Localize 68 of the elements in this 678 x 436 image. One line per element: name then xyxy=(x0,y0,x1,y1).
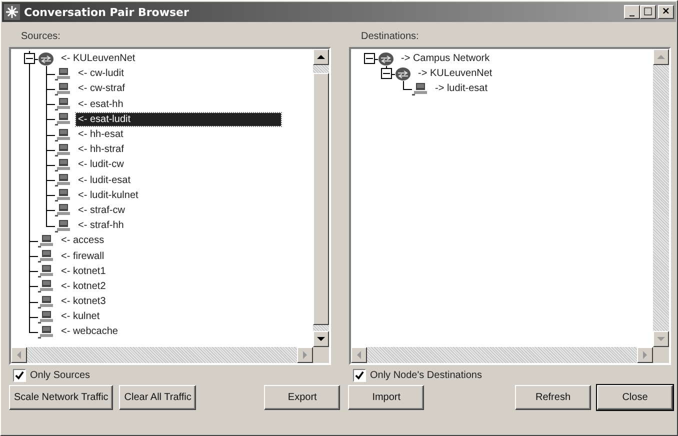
horizontal-scrollbar[interactable] xyxy=(11,347,329,363)
checkbox[interactable] xyxy=(353,369,366,382)
tree-item[interactable]: <- esat-hh xyxy=(76,98,126,111)
tree-item[interactable]: <- esat-ludit xyxy=(76,112,281,126)
tree-item[interactable]: -> ludit-esat xyxy=(433,82,490,96)
tree-item[interactable]: <- ludit-cw xyxy=(76,158,126,172)
router-icon xyxy=(395,66,411,81)
computer-icon xyxy=(55,112,71,126)
horizontal-scrollbar[interactable] xyxy=(351,347,669,363)
tree-item[interactable]: <- kotnet3 xyxy=(59,295,108,308)
tree-item[interactable]: <- cw-straf xyxy=(76,82,127,96)
action-button[interactable]: Import xyxy=(348,385,424,410)
computer-icon xyxy=(55,173,71,188)
tree-item[interactable]: <- kotnet1 xyxy=(59,264,108,278)
collapse-toggle[interactable] xyxy=(24,53,35,64)
tree-item[interactable]: <- straf-hh xyxy=(76,219,126,232)
computer-icon xyxy=(55,218,71,233)
computer-icon xyxy=(55,158,71,172)
checkbox-label: Only Sources xyxy=(30,370,90,381)
close-button[interactable]: × xyxy=(658,5,674,19)
tree-item[interactable]: <- cw-ludit xyxy=(76,67,126,80)
tree-item[interactable]: <- hh-esat xyxy=(76,128,126,142)
window-title: Conversation Pair Browser xyxy=(24,6,189,18)
computer-icon xyxy=(55,203,71,218)
sources-label: Sources: xyxy=(21,31,62,42)
tree-item[interactable]: <- webcache xyxy=(59,325,120,338)
collapse-toggle[interactable] xyxy=(364,53,375,64)
vertical-scrollbar[interactable] xyxy=(313,49,329,347)
tree-item[interactable]: <- firewall xyxy=(59,250,106,263)
action-button[interactable]: Close xyxy=(597,385,673,410)
checkbox-label: Only Node's Destinations xyxy=(370,370,482,381)
vertical-scrollbar[interactable] xyxy=(653,49,669,347)
action-button[interactable]: Refresh xyxy=(515,385,591,410)
computer-icon xyxy=(38,234,54,248)
action-button[interactable]: Clear All Traffic xyxy=(119,385,196,410)
tree-item[interactable]: <- straf-cw xyxy=(76,204,127,217)
computer-icon xyxy=(55,142,71,157)
tree-item[interactable]: -> Campus Network xyxy=(399,52,492,66)
checkbox[interactable] xyxy=(13,369,26,382)
tree-item[interactable]: <- access xyxy=(59,234,106,248)
router-icon xyxy=(38,52,54,66)
computer-icon xyxy=(55,82,71,96)
destinations-label: Destinations: xyxy=(361,31,420,42)
computer-icon xyxy=(55,97,71,112)
minimize-button[interactable]: _ xyxy=(624,5,640,19)
computer-icon xyxy=(38,324,54,339)
tree-item[interactable]: <- KULeuvenNet xyxy=(59,52,138,66)
action-button[interactable]: Export xyxy=(264,385,340,410)
router-icon xyxy=(378,52,394,66)
tree-item[interactable]: <- kulnet xyxy=(59,310,102,324)
computer-icon xyxy=(38,310,54,324)
tree-item[interactable]: <- ludit-kulnet xyxy=(76,188,140,202)
maximize-button[interactable]: □ xyxy=(640,5,656,19)
collapse-toggle[interactable] xyxy=(381,68,392,80)
computer-icon xyxy=(38,249,54,264)
computer-icon xyxy=(55,188,71,202)
computer-icon xyxy=(412,82,428,96)
star-icon xyxy=(4,4,20,20)
computer-icon xyxy=(55,128,71,142)
computer-icon xyxy=(38,264,54,278)
tree-item[interactable]: <- hh-straf xyxy=(76,143,126,156)
computer-icon xyxy=(38,294,54,309)
action-button[interactable]: Scale Network Traffic xyxy=(9,385,114,410)
tree-item[interactable]: -> KULeuvenNet xyxy=(416,67,494,80)
tree-item[interactable]: <- kotnet2 xyxy=(59,280,108,293)
computer-icon xyxy=(38,279,54,294)
tree-item[interactable]: <- ludit-esat xyxy=(76,174,133,187)
computer-icon xyxy=(55,66,71,81)
